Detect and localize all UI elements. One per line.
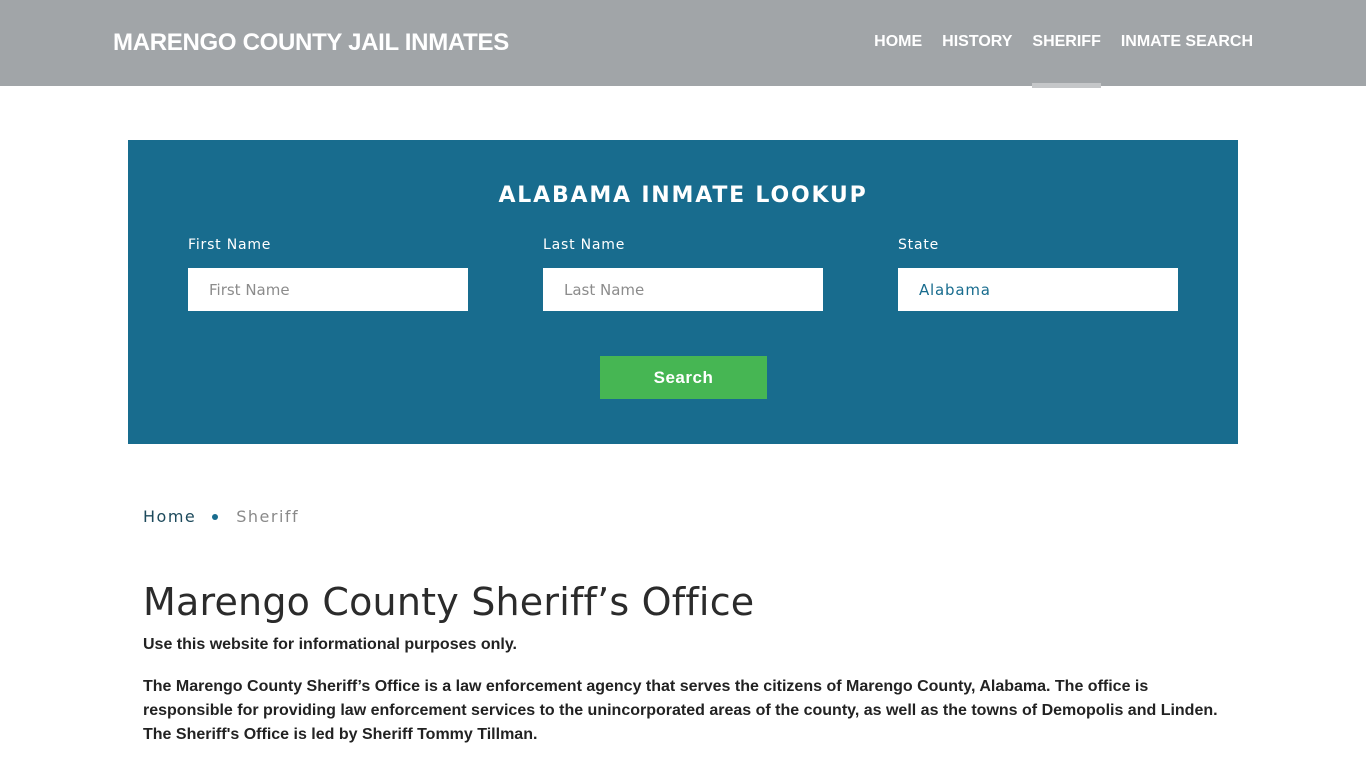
nav-sheriff-link[interactable]: SHERIFF — [1032, 33, 1102, 88]
site-brand-link[interactable]: MARENGO COUNTY JAIL INMATES — [113, 29, 509, 57]
page-title: Marengo County Sheriff’s Office — [143, 580, 755, 624]
first-name-label: First Name — [188, 237, 272, 253]
first-name-group: First Name — [188, 237, 468, 311]
last-name-input[interactable] — [543, 268, 823, 311]
state-input[interactable] — [898, 268, 1178, 311]
intro-paragraph: The Marengo County Sheriff’s Office is a… — [143, 678, 1218, 743]
breadcrumb: Home Sheriff — [143, 507, 299, 526]
last-name-label: Last Name — [543, 237, 626, 253]
nav-history-link[interactable]: HISTORY — [942, 33, 1012, 51]
breadcrumb-current: Sheriff — [236, 507, 300, 526]
nav-inmate-search-link[interactable]: INMATE SEARCH — [1121, 33, 1253, 51]
nav-home-link[interactable]: HOME — [874, 33, 922, 51]
search-button[interactable]: Search — [600, 356, 767, 399]
first-name-input[interactable] — [188, 268, 468, 311]
breadcrumb-home-link[interactable]: Home — [143, 507, 196, 526]
lookup-title: ALABAMA INMATE LOOKUP — [498, 183, 868, 208]
breadcrumb-separator-dot-icon — [212, 513, 219, 520]
last-name-group: Last Name — [543, 237, 823, 311]
main-nav: HOME HISTORY SHERIFF INMATE SEARCH — [874, 33, 1253, 88]
state-group: State — [898, 237, 1178, 311]
top-navbar: MARENGO COUNTY JAIL INMATES HOME HISTORY… — [0, 0, 1366, 88]
disclaimer-text: Use this website for informational purpo… — [143, 636, 517, 653]
state-label: State — [898, 237, 940, 253]
inmate-lookup-panel: ALABAMA INMATE LOOKUP First Name Last Na… — [128, 140, 1238, 444]
